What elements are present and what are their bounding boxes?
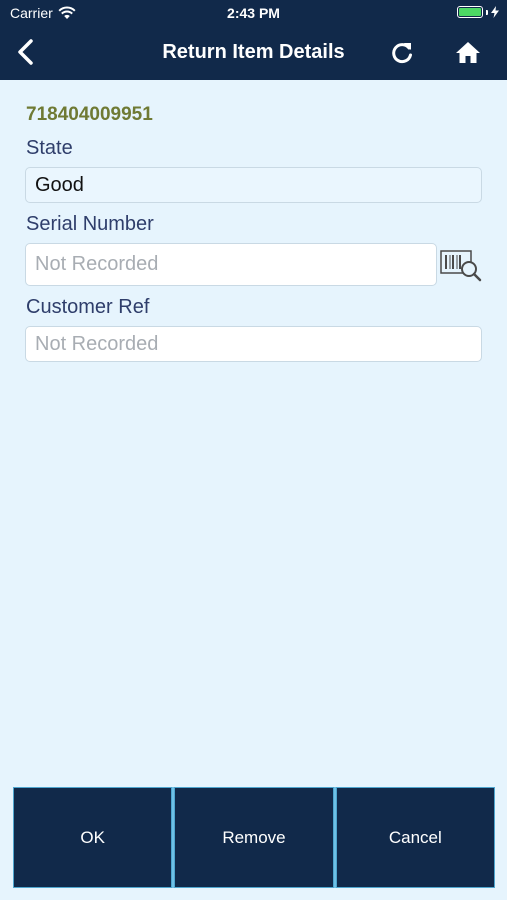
home-icon[interactable] [455,40,481,64]
serial-number-input[interactable]: Not Recorded [25,243,437,286]
ok-button[interactable]: OK [13,787,173,888]
refresh-icon[interactable] [389,40,415,66]
serial-number-placeholder: Not Recorded [35,253,159,275]
app-header: Carrier 2:43 PM Return Item Details [0,0,507,80]
action-bar: OK Remove Cancel [13,787,495,888]
status-time: 2:43 PM [227,5,280,21]
charging-icon [491,6,499,18]
serial-number-label: Serial Number [26,213,154,235]
barcode-search-icon[interactable] [440,248,482,282]
battery-icon [457,6,499,18]
cancel-button[interactable]: Cancel [335,787,495,888]
customer-ref-label: Customer Ref [26,296,150,318]
item-code: 718404009951 [26,104,153,125]
state-value: Good [35,173,84,196]
remove-button[interactable]: Remove [174,787,334,888]
customer-ref-input[interactable]: Not Recorded [25,326,482,362]
state-field[interactable]: Good [25,167,482,203]
customer-ref-placeholder: Not Recorded [35,332,159,355]
page-title: Return Item Details [162,41,345,63]
state-label: State [26,137,73,159]
